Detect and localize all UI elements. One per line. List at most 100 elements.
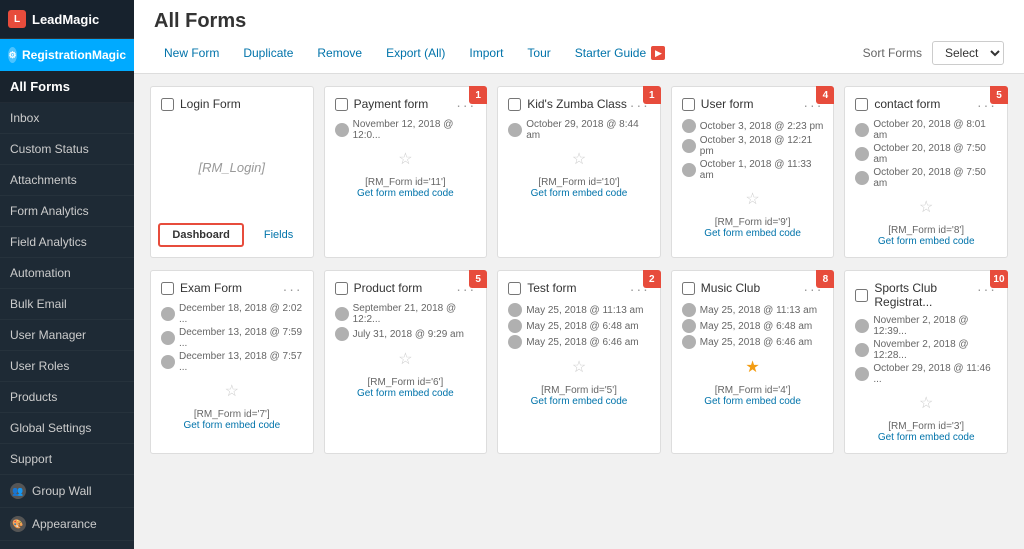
form-card-contact: 5 contact form ··· October 20, 2018 @ 8:… [844,86,1008,258]
avatar-icon [161,331,175,345]
form-entries-music: May 25, 2018 @ 11:13 am May 25, 2018 @ 6… [682,303,824,349]
sort-forms-label: Sort Forms [863,46,922,60]
form-entries-payment: November 12, 2018 @ 12:0... [335,119,477,141]
form-entries-exam: December 18, 2018 @ 2:02 ... December 13… [161,303,303,373]
form-star-contact[interactable]: ☆ [855,197,997,217]
sidebar-item-user-manager[interactable]: User Manager [0,320,134,351]
avatar-icon [855,147,869,161]
form-checkbox-music[interactable] [682,282,695,295]
sidebar-item-field-analytics[interactable]: Field Analytics [0,227,134,258]
embed-link-user[interactable]: Get form embed code [704,228,801,239]
logo-label: LeadMagic [32,12,99,27]
form-footer-payment: [RM_Form id='11'] Get form embed code [335,177,477,199]
form-menu-exam[interactable]: ··· [283,281,303,297]
form-star-music[interactable]: ★ [682,357,824,377]
embed-link-exam[interactable]: Get form embed code [183,420,280,431]
sidebar-item-bulk-email[interactable]: Bulk Email [0,289,134,320]
logo-icon: L [8,10,26,28]
new-form-button[interactable]: New Form [154,42,229,64]
sidebar-item-global-settings[interactable]: Global Settings [0,413,134,444]
avatar-icon [508,123,522,137]
plugin-header[interactable]: ⚙ RegistrationMagic [0,39,134,71]
form-checkbox-product[interactable] [335,282,348,295]
form-checkbox-user[interactable] [682,98,695,111]
form-badge-music: 8 [816,270,834,288]
form-checkbox-exam[interactable] [161,282,174,295]
form-card-music-club: 8 Music Club ··· May 25, 2018 @ 11:13 am… [671,270,835,454]
sidebar-item-form-analytics[interactable]: Form Analytics [0,196,134,227]
appearance-icon: 🎨 [10,516,26,532]
form-star-product[interactable]: ☆ [335,349,477,369]
form-star-test[interactable]: ☆ [508,357,650,377]
embed-link-contact[interactable]: Get form embed code [878,236,975,247]
sidebar-item-group-wall[interactable]: 👥 Group Wall [0,475,134,508]
form-footer-exam: [RM_Form id='7'] Get form embed code [161,409,303,431]
tour-button[interactable]: Tour [517,42,560,64]
form-entries-sports: November 2, 2018 @ 12:39... November 2, … [855,315,997,385]
export-button[interactable]: Export (All) [376,42,455,64]
embed-link-test[interactable]: Get form embed code [531,396,628,407]
import-button[interactable]: Import [459,42,513,64]
sidebar-item-attachments[interactable]: Attachments [0,165,134,196]
form-badge-test: 2 [643,270,661,288]
form-name-zumba: Kid's Zumba Class [527,97,627,111]
form-star-sports[interactable]: ☆ [855,393,997,413]
forms-row-2: Exam Form ··· December 18, 2018 @ 2:02 .… [150,270,1008,454]
remove-button[interactable]: Remove [307,42,372,64]
embed-link-zumba[interactable]: Get form embed code [531,188,628,199]
form-checkbox-zumba[interactable] [508,98,521,111]
sort-forms-select[interactable]: Select [932,41,1004,65]
form-footer-test: [RM_Form id='5'] Get form embed code [508,385,650,407]
form-entries-user: October 3, 2018 @ 2:23 pm October 3, 201… [682,119,824,181]
sidebar-item-plugins[interactable]: 🔌 Plugins 10 [0,541,134,549]
form-card-user-form: 4 User form ··· October 3, 2018 @ 2:23 p… [671,86,835,258]
embed-link-sports[interactable]: Get form embed code [878,432,975,443]
sidebar-item-support[interactable]: Support [0,444,134,475]
form-star-exam[interactable]: ☆ [161,381,303,401]
forms-grid: Login Form [RM_Login] Dashboard Fields 1 [134,74,1024,549]
form-entries-test: May 25, 2018 @ 11:13 am May 25, 2018 @ 6… [508,303,650,349]
form-badge-user: 4 [816,86,834,104]
form-checkbox-contact[interactable] [855,98,868,111]
form-badge-product: 5 [469,270,487,288]
page-title: All Forms [154,10,1004,33]
avatar-icon [508,303,522,317]
sidebar-item-inbox[interactable]: Inbox [0,103,134,134]
avatar-icon [855,319,869,333]
form-checkbox-login[interactable] [161,98,174,111]
avatar-icon [682,335,696,349]
form-entries-zumba: October 29, 2018 @ 8:44 am [508,119,650,141]
plugin-label: RegistrationMagic [22,48,126,62]
form-badge-contact: 5 [990,86,1008,104]
embed-link-product[interactable]: Get form embed code [357,388,454,399]
toolbar: New Form Duplicate Remove Export (All) I… [154,41,1004,73]
form-star-user[interactable]: ☆ [682,189,824,209]
form-star-zumba[interactable]: ☆ [508,149,650,169]
avatar-icon [335,307,349,321]
starter-guide-icon: ▶ [651,46,665,60]
form-card-kids-zumba: 1 Kid's Zumba Class ··· October 29, 2018… [497,86,661,258]
form-card-exam: Exam Form ··· December 18, 2018 @ 2:02 .… [150,270,314,454]
form-name-contact: contact form [874,97,940,111]
fields-button[interactable]: Fields [252,223,305,247]
avatar-icon [855,123,869,137]
embed-link-music[interactable]: Get form embed code [704,396,801,407]
form-checkbox-sports[interactable] [855,289,868,302]
dashboard-button[interactable]: Dashboard [158,223,243,247]
embed-link-payment[interactable]: Get form embed code [357,188,454,199]
sidebar-item-user-roles[interactable]: User Roles [0,351,134,382]
avatar-icon [855,171,869,185]
duplicate-button[interactable]: Duplicate [233,42,303,64]
sidebar-item-automation[interactable]: Automation [0,258,134,289]
starter-guide-button[interactable]: Starter Guide ▶ [565,42,676,65]
form-checkbox-test[interactable] [508,282,521,295]
leadmagic-logo[interactable]: L LeadMagic [0,0,134,39]
avatar-icon [682,139,696,153]
sidebar-item-custom-status[interactable]: Custom Status [0,134,134,165]
form-star-payment[interactable]: ☆ [335,149,477,169]
form-card-login: Login Form [RM_Login] Dashboard Fields [150,86,314,258]
sidebar-item-appearance[interactable]: 🎨 Appearance [0,508,134,541]
form-checkbox-payment[interactable] [335,98,348,111]
sidebar-item-all-forms[interactable]: All Forms [0,71,134,103]
sidebar-item-products[interactable]: Products [0,382,134,413]
